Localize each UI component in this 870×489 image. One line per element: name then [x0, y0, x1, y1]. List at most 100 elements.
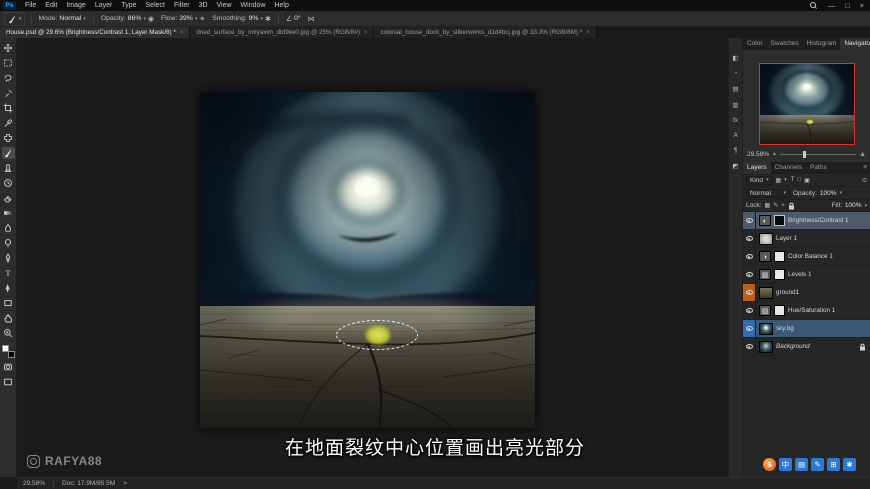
- hand-tool[interactable]: [2, 312, 15, 324]
- tab-paths[interactable]: Paths: [806, 162, 831, 174]
- fill-value[interactable]: 100%: [845, 202, 862, 209]
- lock-position-icon[interactable]: +: [781, 203, 785, 209]
- layer-name[interactable]: Levels 1: [788, 271, 811, 278]
- close-button[interactable]: ×: [860, 1, 864, 10]
- tab-layers[interactable]: Layers: [743, 162, 771, 174]
- history-icon[interactable]: ◔: [734, 70, 738, 77]
- layer-row-hue-saturation[interactable]: ▧ Hue/Saturation 1: [743, 302, 870, 320]
- tab-navigator[interactable]: Navigator: [840, 38, 870, 50]
- lock-transparency-icon[interactable]: ▦: [765, 202, 771, 209]
- filter-type-icon[interactable]: T: [791, 177, 795, 183]
- visibility-toggle[interactable]: [743, 320, 756, 337]
- dodge-tool[interactable]: [2, 237, 15, 249]
- pen-pressure-icon[interactable]: ◉: [148, 15, 154, 23]
- menu-image[interactable]: Image: [66, 2, 85, 9]
- tab-channels[interactable]: Channels: [771, 162, 806, 174]
- character-icon[interactable]: A: [733, 132, 737, 139]
- doc-tab-house[interactable]: House.psd @ 29.6% (Brightness/Contrast 1…: [0, 27, 190, 38]
- handwriting-icon[interactable]: ✎: [811, 458, 824, 471]
- visibility-toggle[interactable]: [743, 338, 756, 355]
- paragraph-icon[interactable]: ¶: [734, 147, 738, 154]
- eyedropper-tool[interactable]: [2, 117, 15, 129]
- airbrush-icon[interactable]: ✴: [199, 15, 205, 23]
- layer-name[interactable]: sky.bg: [776, 325, 794, 332]
- tab-close-icon[interactable]: ×: [586, 30, 590, 36]
- libraries-icon[interactable]: ◩: [732, 162, 738, 170]
- menu-edit[interactable]: Edit: [45, 2, 57, 9]
- menu-type[interactable]: Type: [121, 2, 136, 9]
- minimize-button[interactable]: —: [828, 1, 836, 10]
- search-icon[interactable]: [810, 2, 818, 10]
- history-brush-tool[interactable]: [2, 177, 15, 189]
- opacity-option[interactable]: Opacity: 86% ▾ ◉: [101, 15, 154, 23]
- maximize-button[interactable]: □: [845, 1, 850, 10]
- layer-thumbnail[interactable]: [759, 323, 773, 335]
- blend-mode-option[interactable]: Mode: Normal ▾: [39, 15, 86, 22]
- background-color-swatch[interactable]: [8, 351, 15, 358]
- layer-name[interactable]: Background: [776, 343, 810, 350]
- sogou-icon[interactable]: S: [763, 458, 776, 471]
- layer-thumbnail[interactable]: [759, 287, 773, 299]
- filter-shape-icon[interactable]: □: [798, 177, 802, 183]
- filter-pixel-icon[interactable]: ▦: [776, 177, 782, 184]
- layer-mask-thumbnail[interactable]: [774, 215, 785, 226]
- toolbox-icon[interactable]: ⊞: [827, 458, 840, 471]
- menu-filter[interactable]: Filter: [174, 2, 190, 9]
- layer-mask-thumbnail[interactable]: [774, 269, 785, 280]
- layer-row-levels[interactable]: ▥ Levels 1: [743, 266, 870, 284]
- visibility-toggle[interactable]: [743, 266, 756, 283]
- visibility-toggle[interactable]: [743, 212, 756, 229]
- brush-tool[interactable]: [2, 147, 15, 159]
- layer-name[interactable]: Hue/Saturation 1: [788, 307, 835, 314]
- flow-option[interactable]: Flow: 39% ▾ ✴: [161, 15, 205, 23]
- layer-name[interactable]: ground1: [776, 289, 799, 296]
- adjustment-layer-icon[interactable]: ◑: [759, 251, 771, 262]
- symmetry-icon[interactable]: ⋈: [308, 15, 315, 23]
- magic-wand-tool[interactable]: [2, 87, 15, 99]
- lasso-tool[interactable]: [2, 72, 15, 84]
- marquee-tool[interactable]: [2, 57, 15, 69]
- smoothing-option[interactable]: Smoothing: 9% ▾ ✱: [212, 15, 271, 23]
- zoom-out-icon[interactable]: ▲: [772, 151, 777, 157]
- pen-tool[interactable]: [2, 252, 15, 264]
- gradient-tool[interactable]: [2, 207, 15, 219]
- quick-mask-button[interactable]: [2, 361, 15, 373]
- filter-toggle-icon[interactable]: ⊙: [862, 177, 867, 184]
- layer-row-background[interactable]: Background: [743, 338, 870, 356]
- menu-help[interactable]: Help: [274, 2, 288, 9]
- tab-close-icon[interactable]: ×: [364, 30, 368, 36]
- tab-histogram[interactable]: Histogram: [803, 38, 841, 50]
- layer-opacity-value[interactable]: 100%: [820, 190, 837, 197]
- adjustment-layer-icon[interactable]: ◐: [759, 215, 771, 226]
- zoom-slider[interactable]: [780, 154, 856, 155]
- menu-file[interactable]: File: [25, 2, 36, 9]
- menu-layer[interactable]: Layer: [95, 2, 113, 9]
- healing-brush-tool[interactable]: [2, 132, 15, 144]
- styles-icon[interactable]: fx: [733, 117, 738, 124]
- eraser-tool[interactable]: [2, 192, 15, 204]
- doc-tab-dried-surface[interactable]: dried_surface_by_onlyaxim_dbf9ke0.jpg @ …: [190, 27, 374, 38]
- zoom-in-icon[interactable]: ▲: [859, 151, 866, 158]
- foreground-color-swatch[interactable]: [2, 345, 9, 352]
- adjustment-layer-icon[interactable]: ▧: [759, 305, 771, 316]
- crop-tool[interactable]: [2, 102, 15, 114]
- lock-pixels-icon[interactable]: ✎: [773, 202, 778, 209]
- layer-row-sky-bg[interactable]: sky.bg: [743, 320, 870, 338]
- menu-3d[interactable]: 3D: [199, 2, 208, 9]
- layer-mask-thumbnail[interactable]: [774, 305, 785, 316]
- layer-mask-thumbnail[interactable]: [774, 251, 785, 262]
- filter-kind-dropdown[interactable]: Kind ▾: [746, 176, 773, 185]
- menu-window[interactable]: Window: [241, 2, 266, 9]
- clone-stamp-tool[interactable]: [2, 162, 15, 174]
- color-swatches[interactable]: [2, 345, 15, 358]
- layer-row-layer1[interactable]: Layer 1: [743, 230, 870, 248]
- layer-name[interactable]: Color Balance 1: [788, 253, 833, 260]
- layer-name[interactable]: Brightness/Contrast 1: [788, 217, 849, 224]
- keyboard-icon[interactable]: ▤: [795, 458, 808, 471]
- panel-menu-icon[interactable]: ≡: [863, 162, 870, 174]
- shape-tool[interactable]: [2, 297, 15, 309]
- zoom-slider-handle[interactable]: [803, 151, 806, 158]
- adjustment-layer-icon[interactable]: ▥: [759, 269, 771, 280]
- document-canvas[interactable]: [200, 92, 535, 428]
- tab-close-icon[interactable]: ×: [180, 30, 184, 36]
